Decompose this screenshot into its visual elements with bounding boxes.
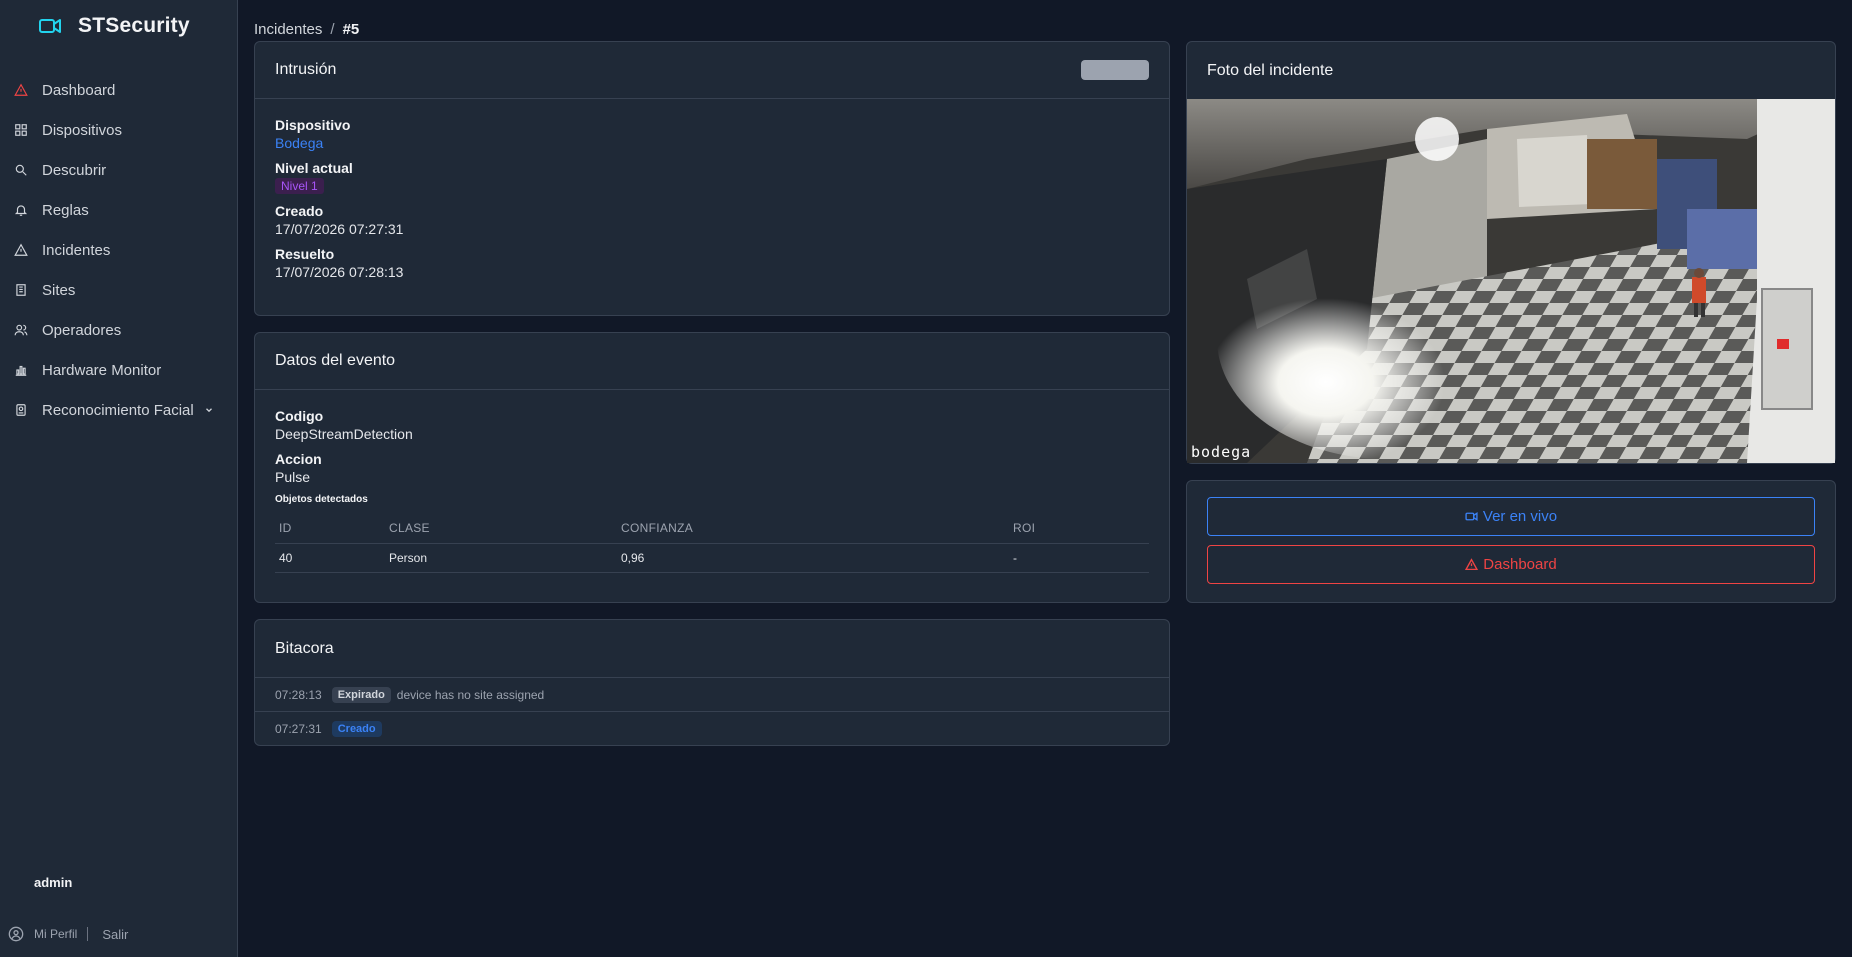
sidebar-item-hardware-monitor[interactable]: Hardware Monitor	[0, 350, 238, 390]
dashboard-label: Dashboard	[1483, 556, 1557, 573]
sidebar-item-label: Reconocimiento Facial	[42, 401, 194, 419]
sidebar-item-reconocimiento-facial[interactable]: Reconocimiento Facial	[0, 390, 238, 430]
user-block: admin Mi Perfil Salir	[8, 875, 128, 945]
divider	[87, 927, 89, 941]
live-view-label: Ver en vivo	[1482, 508, 1558, 525]
incident-card: Intrusión Dispositivo Bodega Nivel actua…	[254, 41, 1170, 316]
sidebar-item-reglas[interactable]: Reglas	[0, 190, 238, 230]
code-label: Codigo	[275, 408, 324, 424]
log-card: Bitacora 07:28:13 Expirado device has no…	[254, 619, 1170, 746]
brand[interactable]: STSecurity	[38, 12, 190, 40]
table-cell: -	[1009, 543, 1149, 573]
log-entry: 07:27:31 Creado	[255, 711, 1169, 745]
event-card: Datos del evento Codigo DeepStreamDetect…	[254, 332, 1170, 603]
live-view-button[interactable]: Ver en vivo	[1207, 497, 1815, 536]
log-entry: 07:28:13 Expirado device has no site ass…	[255, 677, 1169, 711]
sidebar-item-dispositivos[interactable]: Dispositivos	[0, 110, 238, 150]
breadcrumb-separator: /	[330, 21, 335, 38]
alert-triangle-icon	[14, 243, 28, 257]
event-title: Datos del evento	[275, 352, 396, 369]
level-badge: Nivel 1	[275, 178, 324, 194]
log-time: 07:28:13	[275, 687, 322, 702]
sidebar: STSecurity Dashboard Dispositivos Descub…	[0, 0, 238, 957]
alert-triangle-icon	[1465, 558, 1479, 571]
dashboard-button[interactable]: Dashboard	[1207, 545, 1815, 584]
sidebar-item-label: Dispositivos	[42, 121, 123, 139]
sidebar-item-label: Dashboard	[42, 81, 116, 99]
log-tag: Expirado	[331, 686, 391, 703]
grid-icon	[14, 123, 28, 137]
resolved-value: 17/07/2026 07:28:13	[275, 264, 404, 280]
user-circle-icon	[8, 926, 24, 942]
log-tag: Creado	[331, 720, 382, 737]
breadcrumb-current: #5	[342, 21, 360, 38]
breadcrumb: Incidentes / #5	[254, 21, 359, 38]
device-label: Dispositivo	[275, 117, 351, 133]
sidebar-item-label: Sites	[42, 281, 76, 299]
incident-photo[interactable]: bodega	[1187, 99, 1835, 463]
sidebar-item-label: Hardware Monitor	[42, 361, 162, 379]
objects-label: Objetos detectados	[275, 494, 368, 505]
sidebar-item-label: Incidentes	[42, 241, 111, 259]
sidebar-item-operadores[interactable]: Operadores	[0, 310, 238, 350]
sidebar-item-dashboard[interactable]: Dashboard	[0, 70, 238, 110]
table-cell: 0,96	[617, 543, 1009, 573]
alert-triangle-icon	[14, 83, 28, 97]
bell-icon	[14, 203, 28, 217]
sidebar-item-incidentes[interactable]: Incidentes	[0, 230, 238, 270]
sidebar-item-sites[interactable]: Sites	[0, 270, 238, 310]
resolved-label: Resuelto	[275, 246, 335, 262]
log-title: Bitacora	[275, 639, 334, 657]
status-badge	[1081, 60, 1149, 80]
code-value: DeepStreamDetection	[275, 426, 413, 442]
camera-snapshot: bodega	[1187, 99, 1835, 463]
photo-card: Foto del incidente bodega	[1186, 41, 1836, 464]
sidebar-nav: Dashboard Dispositivos Descubrir Reglas …	[0, 70, 238, 430]
objects-table: ID CLASE CONFIANZA ROI 40 Person 0,96 -	[275, 513, 1149, 573]
brand-name: STSecurity	[78, 14, 190, 37]
column-header: ID	[275, 513, 385, 544]
level-label: Nivel actual	[275, 160, 353, 176]
photo-title: Foto del incidente	[1207, 61, 1334, 79]
table-row: 40 Person 0,96 -	[275, 543, 1149, 573]
badge-icon	[14, 403, 28, 417]
chevron-down-icon	[204, 405, 214, 415]
camera-label: bodega	[1191, 443, 1251, 461]
incident-title: Intrusión	[275, 61, 337, 78]
log-time: 07:27:31	[275, 721, 322, 736]
sidebar-item-label: Operadores	[42, 321, 122, 339]
column-header: ROI	[1009, 513, 1149, 544]
video-camera-icon	[38, 14, 62, 38]
building-icon	[14, 283, 28, 297]
column-header: CONFIANZA	[617, 513, 1009, 544]
log-text: device has no site assigned	[396, 687, 545, 702]
video-camera-icon	[1465, 510, 1478, 523]
action-label: Accion	[275, 451, 322, 467]
column-header: CLASE	[385, 513, 617, 544]
profile-link[interactable]: Mi Perfil	[34, 927, 77, 941]
table-cell: 40	[275, 543, 385, 573]
logout-link[interactable]: Salir	[102, 927, 128, 942]
sidebar-item-label: Descubrir	[42, 161, 107, 179]
created-label: Creado	[275, 203, 324, 219]
user-name: admin	[34, 875, 73, 890]
sidebar-item-label: Reglas	[42, 201, 89, 219]
users-icon	[14, 323, 28, 337]
actions-card: Ver en vivo Dashboard	[1186, 480, 1836, 603]
device-link[interactable]: Bodega	[275, 135, 1149, 151]
bar-chart-icon	[14, 363, 28, 377]
table-cell: Person	[385, 543, 617, 573]
search-icon	[14, 163, 28, 177]
breadcrumb-parent[interactable]: Incidentes	[254, 21, 322, 38]
created-value: 17/07/2026 07:27:31	[275, 221, 404, 237]
action-value: Pulse	[275, 469, 311, 485]
sidebar-item-descubrir[interactable]: Descubrir	[0, 150, 238, 190]
